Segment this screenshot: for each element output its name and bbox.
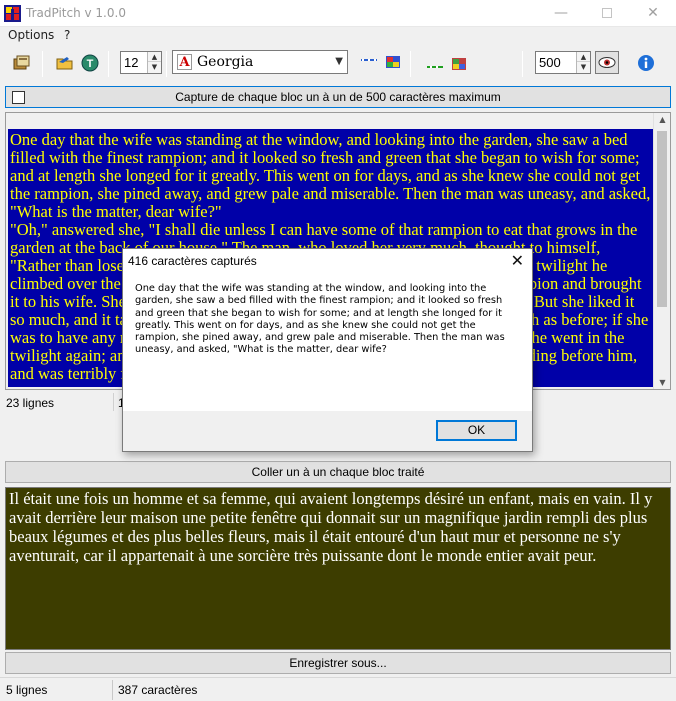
open-file-icon[interactable] [12, 53, 32, 73]
title-bar: TradPitch v 1.0.0 — ✕ [0, 0, 676, 27]
output-text-area[interactable]: Il était une fois un homme et sa femme, … [5, 487, 671, 650]
toolbar-separator [410, 51, 411, 77]
info-icon[interactable] [636, 53, 656, 73]
dialog-message: One day that the wife was standing at th… [135, 283, 505, 356]
toolbar-separator [166, 51, 167, 77]
output-line-count: 5 lignes [6, 683, 48, 697]
source-line-count: 23 lignes [6, 396, 55, 410]
output-text-color-icon[interactable] [425, 53, 445, 73]
ok-button[interactable]: OK [436, 420, 517, 441]
capture-button-label: Capture de chaque bloc un à un de 500 ca… [175, 90, 501, 104]
folder-icon[interactable] [55, 53, 75, 73]
output-status-bar: 5 lignes 387 caractères [0, 677, 676, 701]
menu-bar: Options ? [0, 27, 676, 45]
font-select[interactable]: A Georgia ▼ [172, 50, 348, 74]
close-icon[interactable]: ✕ [511, 251, 524, 270]
menu-options[interactable]: Options [8, 28, 54, 42]
source-scrollbar[interactable]: ▲ ▼ [653, 113, 670, 389]
toolbar-separator [42, 51, 43, 77]
save-as-button[interactable]: Enregistrer sous... [5, 652, 671, 674]
chevron-down-icon: ▼ [335, 56, 343, 67]
font-size-value: 12 [124, 55, 139, 70]
close-window-button[interactable]: ✕ [630, 0, 676, 27]
block-size-value: 500 [539, 55, 561, 70]
output-char-count: 387 caractères [118, 683, 198, 697]
window-title: TradPitch v 1.0.0 [26, 6, 126, 20]
output-background-color-icon[interactable] [449, 53, 469, 73]
scroll-down-icon[interactable]: ▼ [654, 378, 671, 387]
save-as-button-label: Enregistrer sous... [289, 656, 387, 670]
font-name: Georgia [197, 54, 254, 70]
block-size-arrows[interactable]: ▲ ▼ [576, 52, 590, 73]
dialog-footer: OK [123, 411, 532, 451]
font-size-stepper[interactable]: 12 ▲ ▼ [120, 51, 162, 74]
status-divider [112, 680, 113, 700]
font-type-icon: A [177, 54, 192, 70]
toolbar: T 12 ▲ ▼ A Georgia ▼ 500 ▲ ▼ [0, 45, 676, 83]
status-divider [113, 393, 114, 411]
capture-dialog: 416 caractères capturés ✕ One day that t… [122, 248, 533, 452]
toolbar-separator [522, 51, 523, 77]
font-size-arrows[interactable]: ▲ ▼ [147, 52, 161, 73]
menu-help[interactable]: ? [64, 28, 70, 42]
text-color-icon[interactable] [359, 53, 379, 73]
app-logo-icon [4, 5, 21, 22]
block-size-stepper[interactable]: 500 ▲ ▼ [535, 51, 591, 74]
paste-button-label: Coller un à un chaque bloc traité [251, 465, 425, 479]
translate-icon[interactable]: T [80, 53, 100, 73]
preview-icon[interactable] [595, 51, 619, 74]
background-color-icon[interactable] [383, 53, 403, 73]
scroll-thumb[interactable] [657, 131, 667, 307]
maximize-button[interactable] [584, 0, 630, 27]
dialog-title: 416 caractères capturés [128, 254, 257, 268]
maximize-icon [602, 8, 612, 18]
toolbar-separator [108, 51, 109, 77]
capture-button[interactable]: Capture de chaque bloc un à un de 500 ca… [5, 86, 671, 108]
svg-text:T: T [87, 58, 94, 70]
paste-button[interactable]: Coller un à un chaque bloc traité [5, 461, 671, 483]
scroll-up-icon[interactable]: ▲ [654, 115, 671, 124]
minimize-button[interactable]: — [538, 0, 584, 27]
